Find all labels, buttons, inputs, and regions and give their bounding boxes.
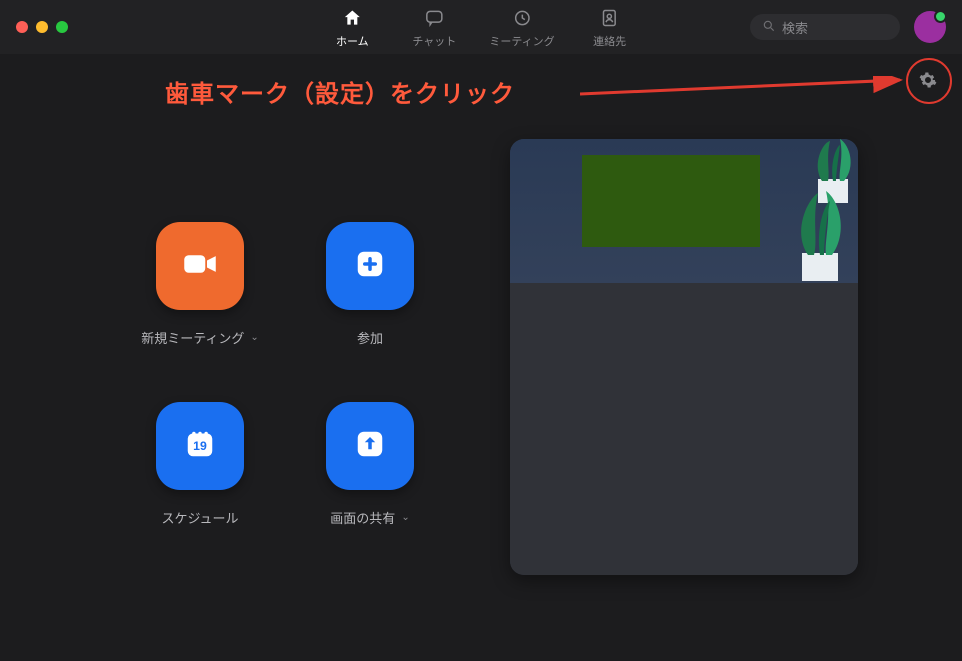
search-icon	[762, 19, 776, 36]
plus-icon	[349, 243, 391, 290]
schedule-tile: 19	[156, 402, 244, 490]
tab-home[interactable]: ホーム	[325, 8, 379, 49]
window-controls	[16, 21, 68, 33]
minimize-window-button[interactable]	[36, 21, 48, 33]
new-meeting-label: 新規ミーティング	[141, 328, 244, 347]
action-grid: 新規ミーティング ⌄ 参加 19	[130, 222, 440, 527]
home-icon	[342, 8, 362, 31]
svg-text:19: 19	[193, 439, 207, 453]
tab-chat-label: チャット	[412, 33, 456, 49]
tab-home-label: ホーム	[336, 33, 369, 49]
schedule-button[interactable]: 19 スケジュール	[130, 402, 270, 527]
tab-chat[interactable]: チャット	[407, 8, 461, 49]
chevron-down-icon[interactable]: ⌄	[401, 512, 409, 523]
annotation-arrow	[580, 76, 920, 116]
search-input[interactable]: 検索	[750, 14, 900, 40]
tab-contacts[interactable]: 連絡先	[583, 8, 637, 49]
info-panel	[510, 139, 858, 575]
titlebar-right: 検索	[750, 11, 946, 43]
nav-tabs: ホーム チャット ミーティング 連絡先	[325, 0, 636, 54]
panel-hero-image	[510, 139, 858, 283]
maximize-window-button[interactable]	[56, 21, 68, 33]
calendar-icon: 19	[179, 423, 221, 470]
share-screen-button[interactable]: 画面の共有 ⌄	[300, 402, 440, 527]
tab-contacts-label: 連絡先	[593, 33, 626, 49]
new-meeting-tile	[156, 222, 244, 310]
panel-body	[510, 283, 858, 575]
chevron-down-icon[interactable]: ⌄	[250, 332, 258, 343]
share-screen-tile	[326, 402, 414, 490]
share-screen-label: 画面の共有	[330, 508, 395, 527]
avatar[interactable]	[914, 11, 946, 43]
join-label: 参加	[357, 328, 383, 347]
join-tile	[326, 222, 414, 310]
join-button[interactable]: 参加	[300, 222, 440, 347]
gear-icon	[919, 71, 937, 94]
schedule-label: スケジュール	[161, 508, 238, 527]
tab-meetings[interactable]: ミーティング	[489, 8, 554, 49]
annotation-text: 歯車マーク（設定）をクリック	[165, 74, 515, 109]
new-meeting-button[interactable]: 新規ミーティング ⌄	[130, 222, 270, 347]
chat-icon	[424, 8, 444, 31]
plant-decoration-icon	[782, 187, 854, 283]
hero-placeholder	[582, 155, 760, 247]
titlebar: ホーム チャット ミーティング 連絡先 検索	[0, 0, 962, 54]
video-icon	[179, 243, 221, 290]
close-window-button[interactable]	[16, 21, 28, 33]
settings-button[interactable]	[914, 68, 942, 96]
search-placeholder: 検索	[782, 18, 808, 37]
clock-icon	[512, 8, 532, 31]
contacts-icon	[600, 8, 620, 31]
tab-meetings-label: ミーティング	[489, 33, 554, 49]
arrow-up-icon	[349, 423, 391, 470]
content-area: 歯車マーク（設定）をクリック 新規ミーティング ⌄	[0, 54, 962, 661]
